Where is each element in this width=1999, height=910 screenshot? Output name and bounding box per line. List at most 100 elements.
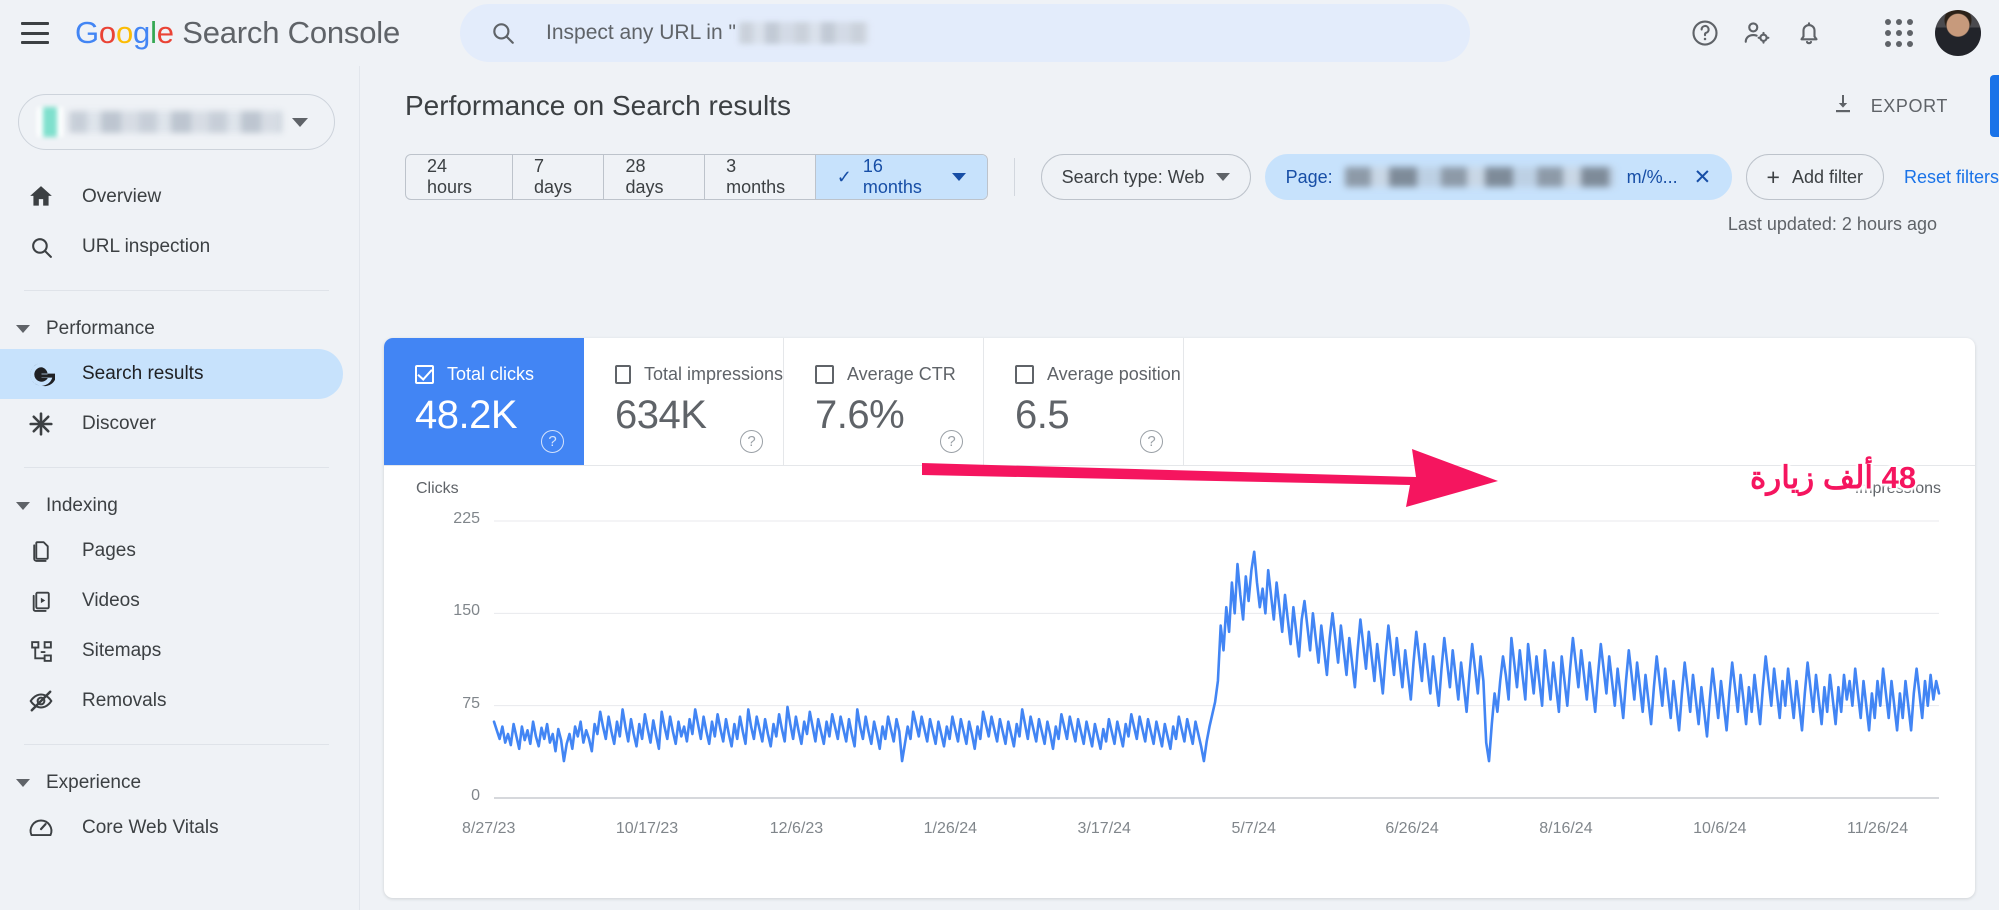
sidebar-item-discover[interactable]: Discover	[0, 399, 343, 449]
x-axis-tick-label: 6/26/24	[1385, 820, 1438, 838]
sidebar-item-label: Removals	[82, 690, 166, 712]
metric-label: Total impressions	[644, 364, 783, 385]
sidebar-group-label: Experience	[46, 772, 141, 794]
sidebar-divider	[24, 290, 329, 291]
help-icon[interactable]: ?	[541, 430, 564, 453]
metric-label-row: Total clicks	[415, 364, 584, 385]
checkbox-icon[interactable]	[815, 365, 834, 384]
sidebar-divider	[24, 744, 329, 745]
sidebar-group-experience[interactable]: Experience	[0, 763, 359, 803]
url-inspect-search-bar[interactable]: Inspect any URL in "	[460, 4, 1470, 62]
search-placeholder: Inspect any URL in "	[546, 21, 869, 45]
sidebar-item-label: URL inspection	[82, 236, 210, 258]
y-axis-tick-label: 0	[414, 787, 480, 805]
speedometer-icon	[26, 815, 56, 841]
performance-chart: Clicks Impressions 225150750 8/27/2310/1…	[384, 466, 1975, 898]
x-axis-tick-label: 8/16/24	[1539, 820, 1592, 838]
metric-total-impressions[interactable]: Total impressions 634K ?	[584, 338, 784, 465]
sidebar-group-indexing[interactable]: Indexing	[0, 486, 359, 526]
date-range-16-months[interactable]: ✓ 16 months	[816, 155, 987, 199]
property-selector[interactable]	[18, 94, 335, 150]
y-axis-tick-label: 75	[414, 695, 480, 713]
metric-label: Average position	[1047, 364, 1181, 385]
sidebar-item-label: Pages	[82, 540, 136, 562]
sidebar-item-sitemaps[interactable]: Sitemaps	[0, 626, 343, 676]
download-icon	[1831, 92, 1855, 121]
sidebar-item-pages[interactable]: Pages	[0, 526, 343, 576]
date-range-24-hours[interactable]: 24 hours	[406, 155, 513, 199]
sidebar-item-label: Search results	[82, 363, 203, 385]
x-axis-tick-label: 10/17/23	[616, 820, 678, 838]
search-icon	[490, 20, 516, 46]
chevron-down-icon	[16, 502, 30, 510]
search-icon	[26, 235, 56, 260]
export-button[interactable]: EXPORT	[1817, 82, 1962, 131]
notifications-bell-icon[interactable]	[1783, 7, 1835, 59]
checkbox-icon[interactable]	[415, 365, 434, 384]
chevron-down-icon	[16, 779, 30, 787]
date-range-7-days[interactable]: 7 days	[513, 155, 604, 199]
page-filter-suffix: m/%...	[1627, 167, 1678, 188]
home-icon	[26, 184, 56, 210]
x-axis-tick-label: 12/6/23	[770, 820, 823, 838]
metric-total-clicks[interactable]: Total clicks 48.2K ?	[384, 338, 584, 465]
redacted-property-url	[69, 111, 282, 133]
sidebar-group-label: Performance	[46, 318, 155, 340]
google-apps-grid-icon[interactable]	[1873, 7, 1925, 59]
sidebar-item-core-web-vitals[interactable]: Core Web Vitals	[0, 803, 343, 853]
eye-off-icon	[26, 688, 56, 714]
sidebar-item-removals[interactable]: Removals	[0, 676, 343, 726]
discover-star-icon	[26, 411, 56, 437]
clicks-line-series	[494, 552, 1939, 761]
sidebar-item-label: Discover	[82, 413, 156, 435]
x-axis-tick-label: 8/27/23	[462, 820, 515, 838]
page-filter-chip[interactable]: Page: m/%... ✕	[1265, 154, 1733, 200]
sidebar-item-label: Overview	[82, 186, 161, 208]
sidebar-group-performance[interactable]: Performance	[0, 309, 359, 349]
sidebar-item-url-inspection[interactable]: URL inspection	[0, 222, 343, 272]
chart-gridlines	[494, 521, 1939, 798]
reset-filters-link[interactable]: Reset filters	[1904, 167, 1999, 188]
main-content: Performance on Search results EXPORT 24 …	[360, 66, 1999, 910]
pages-icon	[26, 539, 56, 564]
page-header-actions: EXPORT	[1817, 66, 1999, 146]
y-axis-tick-label: 150	[414, 602, 480, 620]
checkbox-icon[interactable]	[615, 365, 631, 384]
sidebar-item-overview[interactable]: Overview	[0, 172, 343, 222]
user-avatar[interactable]	[1935, 10, 1981, 56]
sidebar-item-label: Core Web Vitals	[82, 817, 219, 839]
sidebar-item-label: Sitemaps	[82, 640, 161, 662]
sitemaps-icon	[26, 639, 56, 664]
account-settings-icon[interactable]	[1731, 7, 1783, 59]
app-title: Search Console	[182, 15, 400, 50]
help-icon[interactable]	[1679, 7, 1731, 59]
sidebar-item-search-results[interactable]: Search results	[0, 349, 343, 399]
chevron-down-icon	[952, 173, 966, 181]
videos-icon	[26, 589, 56, 614]
metric-label: Average CTR	[847, 364, 956, 385]
close-icon[interactable]: ✕	[1694, 165, 1712, 190]
check-icon: ✓	[837, 167, 852, 188]
x-axis-tick-label: 5/7/24	[1231, 820, 1275, 838]
pink-arrow-right-icon	[920, 441, 1520, 511]
sidebar-item-label: Videos	[82, 590, 140, 612]
add-filter-button[interactable]: + Add filter	[1746, 154, 1884, 200]
search-type-filter-chip[interactable]: Search type: Web	[1041, 154, 1252, 200]
hamburger-menu-icon[interactable]	[21, 22, 49, 44]
new-button-edge[interactable]	[1990, 75, 1999, 137]
top-app-bar: Google Search Console Inspect any URL in…	[0, 0, 1999, 66]
date-range-segmented-control: 24 hours 7 days 28 days 3 months ✓ 16 mo…	[405, 154, 988, 200]
chevron-down-icon	[1216, 173, 1230, 181]
metric-label-row: Average CTR	[815, 364, 983, 385]
checkbox-icon[interactable]	[1015, 365, 1034, 384]
x-axis-tick-label: 11/26/24	[1847, 820, 1908, 838]
date-range-3-months[interactable]: 3 months	[705, 155, 816, 199]
performance-card: Total clicks 48.2K ? Total impressions 6…	[384, 338, 1975, 898]
search-type-label: Search type: Web	[1062, 167, 1205, 188]
plus-icon: +	[1767, 166, 1780, 189]
sidebar-divider	[24, 467, 329, 468]
sidebar-item-videos[interactable]: Videos	[0, 576, 343, 626]
date-range-28-days[interactable]: 28 days	[604, 155, 705, 199]
sidebar-primary-list: Overview URL inspection	[0, 172, 359, 272]
help-icon[interactable]: ?	[740, 430, 763, 453]
